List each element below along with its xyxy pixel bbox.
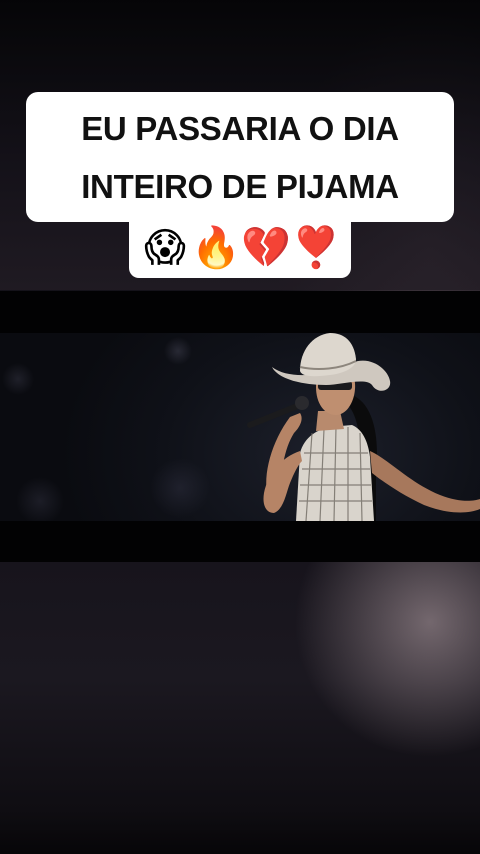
letterbox-bottom <box>0 521 480 562</box>
singer-illustration <box>247 333 480 521</box>
broken-heart-icon: 💔 <box>241 225 291 271</box>
caption-line-1: EU PASSARIA O DIA <box>81 110 399 147</box>
caption-line-2: INTEIRO DE PIJAMA <box>81 168 399 205</box>
blurred-background-bottom <box>0 562 480 854</box>
letterbox-top <box>0 291 480 333</box>
caption-emoji-row: 😱 🔥 💔 ❣️ <box>129 220 351 278</box>
fire-icon: 🔥 <box>191 225 241 271</box>
video-frame-image <box>0 333 480 521</box>
caption-text-box: EU PASSARIA O DIA INTEIRO DE PIJAMA <box>26 92 454 222</box>
heart-exclamation-icon: ❣️ <box>291 225 341 271</box>
reel-screen[interactable]: EU PASSARIA O DIA INTEIRO DE PIJAMA 😱 🔥 … <box>0 0 480 854</box>
scared-face-icon: 😱 <box>144 225 186 271</box>
video-player[interactable] <box>0 291 480 562</box>
caption-overlay: EU PASSARIA O DIA INTEIRO DE PIJAMA 😱 🔥 … <box>0 92 480 278</box>
